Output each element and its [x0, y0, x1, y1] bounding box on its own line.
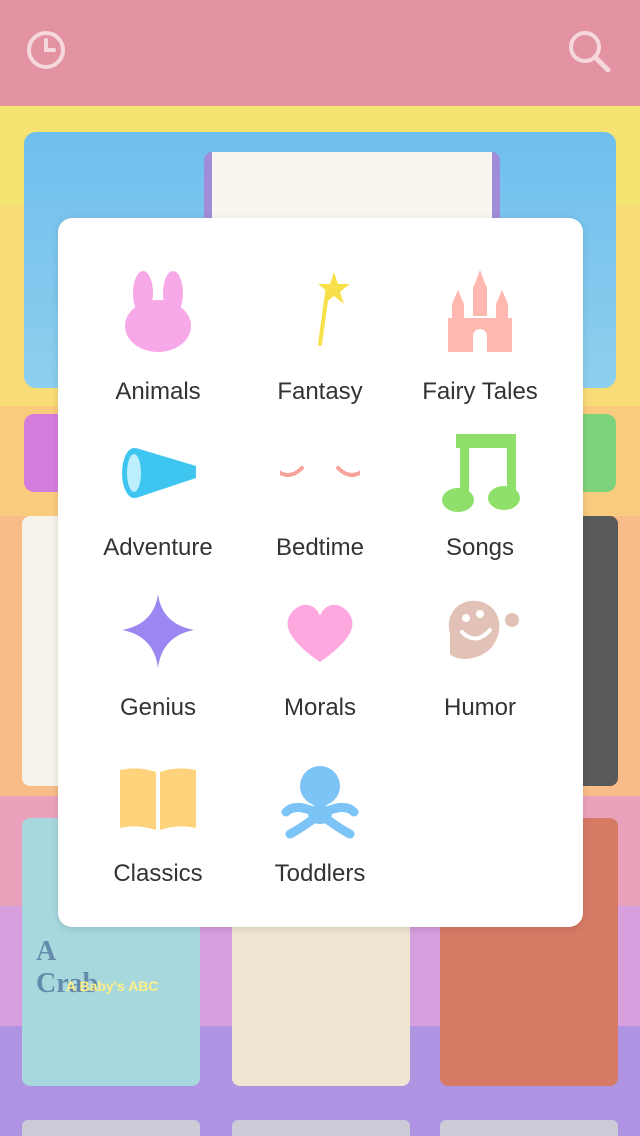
toddler-icon [281, 766, 359, 839]
category-adventure[interactable]: Adventure [78, 430, 238, 580]
category-animals[interactable]: Animals [78, 268, 238, 418]
category-label: Morals [283, 694, 356, 721]
magic-wand-icon [318, 272, 350, 346]
category-classics[interactable]: Classics [78, 764, 238, 914]
castle-icon [448, 270, 512, 352]
music-note-icon [442, 434, 520, 512]
heart-icon [287, 604, 353, 662]
category-fantasy[interactable]: Fantasy [240, 268, 400, 418]
category-morals[interactable]: Morals [240, 594, 400, 744]
bunny-icon [125, 271, 191, 352]
category-humor[interactable]: Humor [400, 594, 560, 744]
open-book-icon [120, 768, 196, 830]
category-label: Classics [113, 860, 203, 887]
spyglass-icon [122, 448, 196, 498]
category-toddlers[interactable]: Toddlers [240, 764, 400, 914]
category-label: Fairy Tales [422, 378, 538, 405]
category-label: Toddlers [274, 860, 366, 887]
category-bedtime[interactable]: Bedtime [240, 430, 400, 580]
closed-eyes-icon [280, 466, 360, 477]
category-genius[interactable]: Genius [78, 594, 238, 744]
category-label: Fantasy [277, 378, 363, 405]
category-label: Bedtime [275, 534, 365, 561]
category-label: Songs [445, 534, 515, 561]
category-label: Adventure [103, 534, 213, 561]
category-label: Humor [443, 694, 516, 721]
category-songs[interactable]: Songs [400, 430, 560, 580]
category-label: Animals [115, 378, 201, 405]
category-fairy-tales[interactable]: Fairy Tales [400, 268, 560, 418]
laughing-face-icon [448, 600, 519, 659]
category-label: Genius [119, 694, 197, 721]
sparkle-icon [122, 594, 194, 668]
category-menu: Animals Fantasy Fairy Tales Adventure Be… [58, 218, 583, 927]
